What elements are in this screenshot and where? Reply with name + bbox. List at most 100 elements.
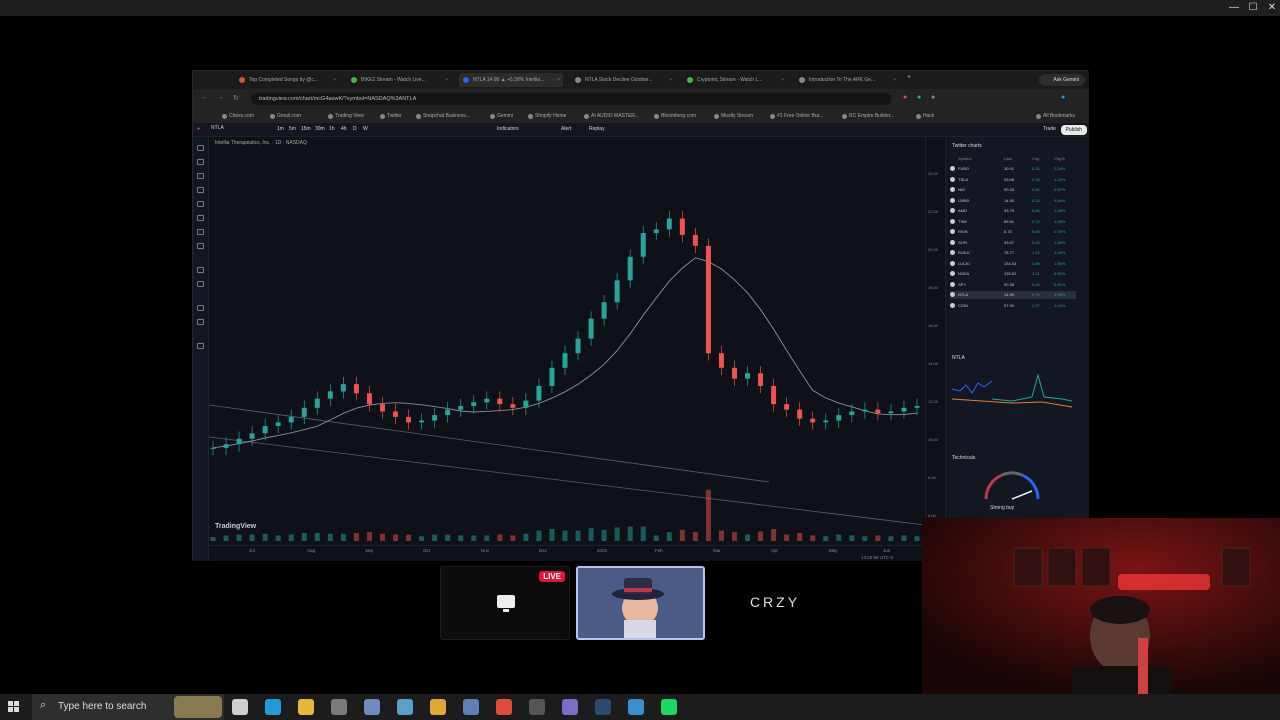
screen-share-tile[interactable]: LIVE (440, 566, 570, 640)
obs-icon[interactable] (529, 699, 545, 715)
extension-icon[interactable]: ● (903, 94, 907, 101)
profile-avatar[interactable]: ● (1061, 94, 1065, 101)
close-tab-icon[interactable]: × (781, 73, 784, 87)
replay-button[interactable]: Replay (589, 124, 605, 135)
photos-icon[interactable] (397, 699, 413, 715)
tab-1[interactable]: BIKE2 Stream - Watch Live... × (347, 73, 451, 87)
timeframe-1m[interactable]: 1m (277, 124, 284, 135)
close-tab-icon[interactable]: × (893, 73, 896, 87)
price-chart[interactable]: Intellia Therapeutics, Inc. · 1D · NASDA… (209, 137, 925, 545)
watchlist-title[interactable]: Twitter charts (952, 143, 982, 149)
forecast-tool-icon[interactable] (197, 201, 204, 207)
trade-button[interactable]: Trade (1043, 124, 1056, 135)
zoom-tool-icon[interactable] (197, 281, 204, 287)
close-tab-icon[interactable]: × (445, 73, 448, 87)
bookmark[interactable]: RC Empire Builder... (841, 110, 894, 122)
watchlist-row[interactable]: SOFI 33.57 0.43 1.30% (950, 239, 1076, 247)
pattern-tool-icon[interactable] (197, 187, 204, 193)
file-explorer-icon[interactable] (298, 699, 314, 715)
tab-4[interactable]: Cryptonic Stream - Watch L... × (683, 73, 787, 87)
watchlist-row[interactable]: LUCID 134.33 1.98 1.50% (950, 260, 1076, 268)
close-tab-icon[interactable]: × (669, 73, 672, 87)
ask-gemini-button[interactable]: Ask Gemini (1039, 74, 1085, 86)
bookmark[interactable]: Bloomberg.com (653, 110, 696, 122)
all-bookmarks[interactable]: All Bookmarks (1035, 110, 1075, 122)
watchlist-row[interactable]: FUBO 10.01 0.21 2.14% (950, 165, 1076, 173)
back-icon[interactable]: ← (201, 94, 208, 101)
app-icon[interactable] (364, 699, 380, 715)
bookmark[interactable]: Shopify Home (527, 110, 566, 122)
bookmark[interactable]: #1 Free Online Bra... (769, 110, 823, 122)
chrome-alt-icon[interactable] (430, 699, 446, 715)
extension-icon[interactable]: ● (917, 94, 921, 101)
watchlist-row[interactable]: RIVN 6.73 0.05 0.75% (950, 228, 1076, 236)
bookmark[interactable]: AI AUDIO MASTER... (583, 110, 639, 122)
timeframe-30m[interactable]: 30m (315, 124, 325, 135)
edge-icon[interactable] (265, 699, 281, 715)
text-tool-icon[interactable] (197, 229, 204, 235)
timeframe-d[interactable]: D (353, 124, 357, 135)
timeframe-w[interactable]: W (363, 124, 368, 135)
price-axis[interactable]: 24.00 22.00 20.00 18.00 16.00 14.00 12.0… (925, 137, 945, 561)
tv-menu-icon[interactable]: ● (197, 124, 200, 135)
avatar-tile[interactable] (576, 566, 705, 640)
spotify-icon[interactable] (661, 699, 677, 715)
bookmark[interactable]: Snapchat Business... (415, 110, 470, 122)
tab-3[interactable]: NTLA Stock Decline October... × (571, 73, 675, 87)
timeframe-1h[interactable]: 1h (329, 124, 335, 135)
alert-button[interactable]: Alert (561, 124, 571, 135)
lock-tool-icon[interactable] (197, 319, 204, 325)
watchlist-row[interactable]: ROKU 78.77 1.12 1.44% (950, 249, 1076, 257)
publish-button[interactable]: Publish (1060, 125, 1087, 135)
calculator-icon[interactable] (331, 699, 347, 715)
extension-icon[interactable]: ● (931, 94, 935, 101)
tab-2[interactable]: NTLA 14.99 ▲ +5.58% Intellia... × (459, 73, 563, 87)
watchlist-row[interactable]: TSLA 29.08 0.35 1.22% (950, 176, 1076, 184)
close-tab-icon[interactable]: × (557, 73, 560, 87)
magnet-tool-icon[interactable] (197, 305, 204, 311)
watchlist-row[interactable]: NIO 90.33 0.51 0.57% (950, 186, 1076, 194)
watchlist-row[interactable]: TSM 69.51 0.72 1.05% (950, 218, 1076, 226)
minimize-button[interactable]: — (1224, 0, 1244, 16)
trendline-tool-icon[interactable] (197, 159, 204, 165)
timeframe-4h[interactable]: 4h (341, 124, 347, 135)
url-field[interactable]: tradingview.com/chart/mcG4aewK/?symbol=N… (251, 93, 891, 105)
start-button-icon[interactable] (8, 701, 20, 713)
watchlist-row[interactable]: NTLA 14.99 0.79 5.58% (950, 291, 1076, 299)
bookmark[interactable]: Gmail.com (269, 110, 301, 122)
maximize-button[interactable]: ☐ (1243, 0, 1263, 16)
new-tab-icon[interactable]: + (907, 74, 911, 81)
close-tab-icon[interactable]: × (333, 73, 336, 87)
bookmark[interactable]: Chess.com (221, 110, 254, 122)
reload-icon[interactable]: ↻ (233, 94, 239, 102)
bookmark[interactable]: Hack (915, 110, 934, 122)
brush-tool-icon[interactable] (197, 215, 204, 221)
bookmark[interactable]: Trading View (327, 110, 364, 122)
watchlist-row[interactable]: SPY 90.38 0.46 0.51% (950, 281, 1076, 289)
tab-0[interactable]: Top Completed Songs by @c... × (235, 73, 339, 87)
watchlist-row[interactable]: AMD 33.79 0.46 1.38% (950, 207, 1076, 215)
forward-icon[interactable]: → (217, 94, 224, 101)
fib-tool-icon[interactable] (197, 173, 204, 179)
bookmark[interactable]: Gemini (489, 110, 513, 122)
icon-tool-icon[interactable] (197, 243, 204, 249)
trash-tool-icon[interactable] (197, 343, 204, 349)
symbol-search[interactable]: NTLA (211, 125, 224, 131)
watchlist-row[interactable]: COIN 57.90 1.27 2.24% (950, 302, 1076, 310)
watchlist-row[interactable]: LMND 14.45 0.12 0.84% (950, 197, 1076, 205)
close-button[interactable]: ✕ (1262, 0, 1280, 16)
bookmark[interactable]: Twitter (379, 110, 402, 122)
app-blue-icon[interactable] (628, 699, 644, 715)
chrome-icon[interactable] (496, 699, 512, 715)
timeframe-15m[interactable]: 15m (301, 124, 311, 135)
task-view-icon[interactable] (232, 699, 248, 715)
watchlist-row[interactable]: NVDA 135.52 1.21 0.90% (950, 270, 1076, 278)
bookmark[interactable]: Mostly Stream (713, 110, 753, 122)
app-notepad-icon[interactable] (463, 699, 479, 715)
ruler-tool-icon[interactable] (197, 267, 204, 273)
indicators-button[interactable]: Indicators (497, 124, 519, 135)
taskbar-search[interactable]: ⌕ Type here to search (32, 694, 224, 720)
crosshair-tool-icon[interactable] (197, 145, 204, 151)
steam-icon[interactable] (595, 699, 611, 715)
discord-icon[interactable] (562, 699, 578, 715)
